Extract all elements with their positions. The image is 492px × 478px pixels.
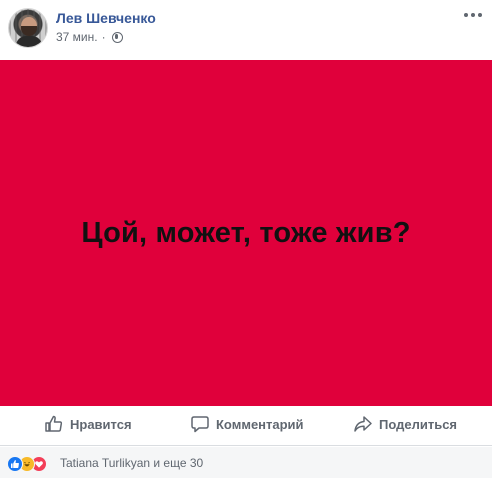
post-meta: 37 мин. · xyxy=(56,30,123,44)
share-button[interactable]: Поделиться xyxy=(353,414,457,434)
post-text-banner: Цой, может, тоже жив? xyxy=(0,60,492,406)
author-name[interactable]: Лев Шевченко xyxy=(56,10,156,26)
post-timestamp[interactable]: 37 мин. xyxy=(56,30,98,44)
reaction-icons[interactable] xyxy=(7,456,47,472)
share-arrow-icon xyxy=(354,416,372,432)
globe-icon[interactable] xyxy=(111,31,123,43)
post-header: Лев Шевченко 37 мин. · xyxy=(0,0,492,60)
reactions-summary: Tatiana Turlikyan и еще 30 xyxy=(0,447,492,478)
thumbs-up-icon xyxy=(45,415,63,432)
comment-bubble-icon xyxy=(191,416,209,433)
like-label: Нравится xyxy=(70,416,132,432)
post-actions-bar: Нравится Комментарий Поделиться xyxy=(0,406,492,446)
more-options-icon[interactable] xyxy=(463,10,483,20)
like-button[interactable]: Нравится xyxy=(44,414,132,434)
comment-label: Комментарий xyxy=(216,416,304,432)
meta-separator: · xyxy=(101,30,106,44)
comment-button[interactable]: Комментарий xyxy=(190,414,304,434)
like-reaction-icon xyxy=(7,456,23,472)
share-label: Поделиться xyxy=(379,416,458,432)
author-avatar[interactable] xyxy=(8,8,48,48)
reactions-count-text[interactable]: Tatiana Turlikyan и еще 30 xyxy=(60,456,203,470)
banner-text: Цой, может, тоже жив? xyxy=(81,216,411,249)
